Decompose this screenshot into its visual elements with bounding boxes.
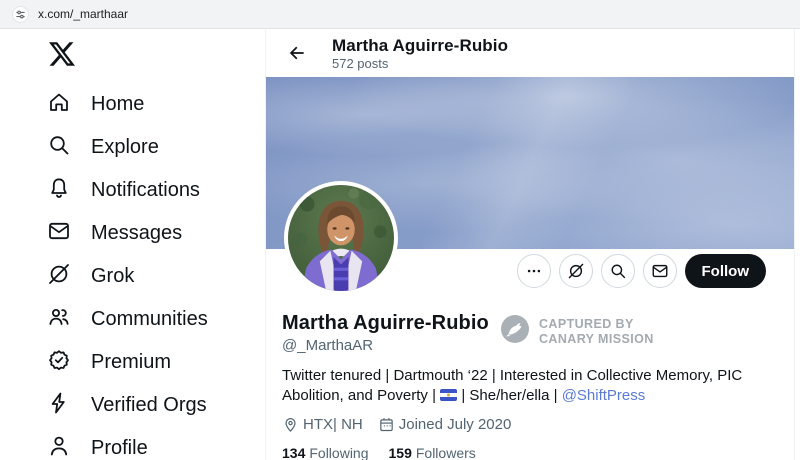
right-gutter — [795, 29, 800, 460]
sidebar-item-home[interactable]: Home — [47, 83, 265, 126]
verified-orgs-icon — [47, 391, 71, 421]
premium-icon — [47, 348, 71, 378]
bio-mention-link[interactable]: @ShiftPress — [562, 387, 646, 404]
mail-icon — [652, 264, 667, 278]
sidebar-item-label: Home — [91, 93, 145, 115]
canary-mission-watermark: CAPTURED BY CANARY MISSION — [500, 314, 654, 349]
header-title: Martha Aguirre-Rubio — [332, 35, 509, 55]
back-arrow-icon — [289, 46, 304, 60]
canary-bird-icon — [500, 314, 530, 349]
profile-stats-row: 134 Following 159 Followers — [282, 445, 778, 460]
calendar-icon — [379, 418, 393, 432]
sidebar-item-messages[interactable]: Messages — [47, 212, 265, 255]
communities-icon — [47, 305, 71, 335]
x-logo[interactable] — [47, 39, 77, 69]
search-icon — [611, 264, 625, 279]
search-icon — [47, 133, 71, 163]
sidebar-item-explore[interactable]: Explore — [47, 126, 265, 169]
sidebar-nav: Home Explore Notifications Messages Grok… — [0, 29, 265, 460]
follow-button[interactable]: Follow — [684, 254, 766, 288]
site-settings-icon[interactable] — [12, 5, 29, 23]
followers-stat[interactable]: 159 Followers — [389, 445, 476, 460]
message-button[interactable] — [642, 254, 677, 288]
mail-icon — [47, 219, 71, 249]
profile-bio: Twitter tenured | Dartmouth ‘22 | Intere… — [282, 367, 743, 404]
home-icon — [47, 90, 71, 120]
sidebar-item-communities[interactable]: Communities — [47, 298, 265, 341]
watermark-text: CAPTURED BY CANARY MISSION — [539, 316, 654, 346]
profile-body: Follow Martha Aguirre-Rubio @_MarthaAR C… — [266, 181, 794, 460]
browser-url-bar[interactable]: x.com/_marthaar — [0, 0, 800, 29]
sidebar-item-label: Messages — [91, 222, 183, 244]
sidebar-item-label: Communities — [91, 308, 208, 330]
more-options-button[interactable] — [516, 254, 551, 288]
avatar-photo — [288, 185, 394, 291]
grok-icon — [568, 263, 583, 279]
search-profile-button[interactable] — [600, 254, 635, 288]
following-stat[interactable]: 134 Following — [282, 445, 369, 460]
url-text: x.com/_marthaar — [38, 7, 129, 21]
location-text: HTX| NH — [303, 416, 363, 433]
location-item: HTX| NH — [282, 416, 363, 433]
profile-main-column: Martha Aguirre-Rubio 572 posts Follow Ma… — [265, 29, 795, 460]
header-posts-count: 572 posts — [332, 55, 389, 71]
back-button[interactable] — [280, 36, 314, 70]
joined-text: Joined July 2020 — [398, 416, 512, 433]
sidebar-item-label: Verified Orgs — [91, 394, 207, 416]
grok-profile-button[interactable] — [558, 254, 593, 288]
sidebar-item-notifications[interactable]: Notifications — [47, 169, 265, 212]
grok-icon — [47, 262, 71, 292]
sidebar-item-premium[interactable]: Premium — [47, 341, 265, 384]
sidebar-item-profile[interactable]: Profile — [47, 427, 265, 460]
sidebar-item-verified-orgs[interactable]: Verified Orgs — [47, 384, 265, 427]
more-icon — [527, 269, 540, 273]
header-title-block: Martha Aguirre-Rubio 572 posts — [332, 35, 508, 72]
profile-header: Martha Aguirre-Rubio 572 posts — [266, 29, 794, 77]
name-row: Martha Aguirre-Rubio @_MarthaAR CAPTURED… — [282, 311, 778, 354]
flag-el-salvador-icon — [440, 389, 458, 401]
sidebar-item-label: Premium — [91, 351, 172, 373]
location-pin-icon — [285, 418, 296, 432]
sidebar-item-grok[interactable]: Grok — [47, 255, 265, 298]
sidebar-item-label: Notifications — [91, 179, 200, 201]
avatar[interactable] — [284, 181, 398, 295]
profile-icon — [47, 434, 71, 460]
sidebar-item-label: Explore — [91, 136, 159, 158]
bell-icon — [47, 176, 71, 206]
sidebar-item-label: Profile — [91, 437, 148, 459]
joined-item: Joined July 2020 — [378, 416, 512, 433]
sidebar-item-label: Grok — [91, 265, 135, 287]
profile-meta-row: HTX| NH Joined July 2020 — [282, 416, 778, 433]
